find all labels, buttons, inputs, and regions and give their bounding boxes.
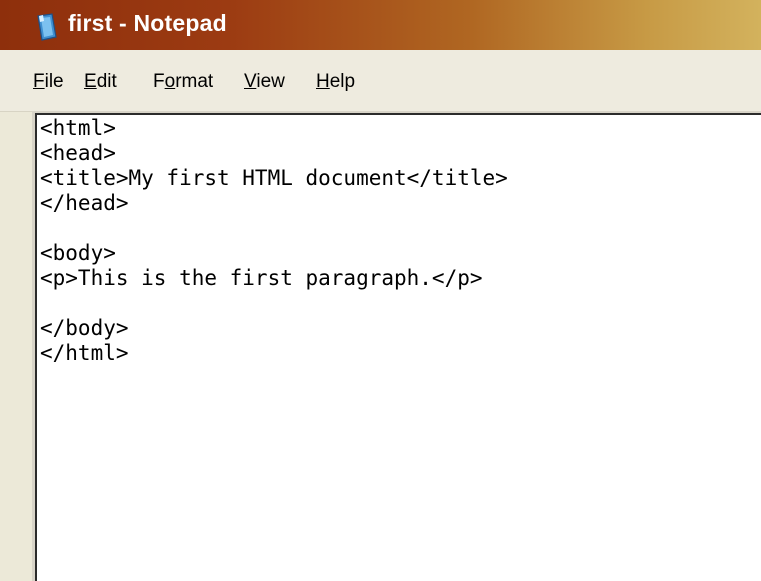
editor-line: </html> [40,341,129,365]
editor-line: <head> [40,141,116,165]
editor-line: <body> [40,241,116,265]
editor-line: <title>My first HTML document</title> [40,166,508,190]
menu-bar: File Edit Format View Help [0,50,761,112]
notepad-icon[interactable] [34,13,60,41]
menu-file[interactable]: File [33,71,64,93]
menu-edit-label: dit [96,71,117,92]
menu-edit-mnemonic: E [84,71,97,92]
menu-help[interactable]: Help [316,71,355,93]
menu-format-label: rmat [175,71,214,92]
notepad-window: first - Notepad File Edit Format View He… [0,0,761,581]
menu-help-mnemonic: H [316,71,330,92]
menu-help-label: elp [329,71,356,92]
title-bar[interactable]: first - Notepad [0,0,761,50]
text-editor[interactable]: <html> <head> <title>My first HTML docum… [35,113,761,581]
editor-line: <p>This is the first paragraph.</p> [40,266,483,290]
menu-format-mnemonic: o [164,71,176,92]
menu-format-prefix: F [153,71,165,92]
editor-line: <html> [40,116,116,140]
window-title: first - Notepad [68,10,227,36]
menu-format[interactable]: Format [153,71,213,93]
menu-view[interactable]: View [244,71,285,93]
editor-line: </head> [40,191,129,215]
editor-line: </body> [40,316,129,340]
menu-file-mnemonic: F [33,71,45,92]
menu-edit[interactable]: Edit [84,71,117,93]
menu-view-mnemonic: V [244,71,257,92]
menu-view-label: iew [256,71,285,92]
menu-file-label: ile [44,71,64,92]
